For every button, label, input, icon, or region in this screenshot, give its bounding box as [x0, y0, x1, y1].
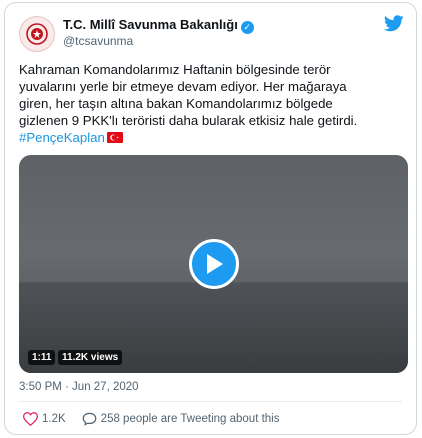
twitter-bird-icon[interactable] [384, 15, 404, 32]
tweeting-about-text: 258 people are Tweeting about this [100, 413, 280, 425]
tweet-actions: 1.2K 258 people are Tweeting about this [23, 412, 295, 426]
tweet-text-line: giren, her taşın altına bakan Komandolar… [19, 96, 333, 111]
tweet-timestamp[interactable]: 3:50 PM · Jun 27, 2020 [19, 381, 139, 393]
play-icon [207, 254, 223, 274]
ministry-emblem-icon [26, 23, 48, 45]
tweet-text-line: yuvalarını yerle bir etmeye devam ediyor… [19, 79, 347, 94]
author-name[interactable]: T.C. Millî Savunma Bakanlığı ✓ [63, 17, 254, 34]
video-duration: 1:11 [28, 350, 56, 365]
heart-icon [23, 412, 38, 426]
video-player[interactable]: 1:11 11.2K views [19, 155, 408, 373]
author-name-text: T.C. Millî Savunma Bakanlığı [63, 17, 238, 32]
video-views: 11.2K views [58, 350, 123, 365]
play-button[interactable] [189, 239, 239, 289]
verified-badge-icon: ✓ [240, 21, 254, 34]
tweet-text: Kahraman Komandolarımız Haftanin bölgesi… [19, 61, 411, 146]
tweeting-about-link[interactable]: 258 people are Tweeting about this [82, 412, 280, 426]
avatar[interactable] [19, 16, 55, 52]
like-button[interactable]: 1.2K [23, 412, 66, 426]
tweet-text-line: gizlenen 9 PKK'lı teröristi daha bularak… [19, 113, 358, 128]
author-handle[interactable]: @tcsavunma [63, 34, 133, 48]
comment-icon [82, 412, 97, 426]
tweet-text-line: Kahraman Komandolarımız Haftanin bölgesi… [19, 62, 331, 77]
hashtag-link[interactable]: #PençeKaplan [19, 130, 105, 145]
divider [19, 401, 402, 402]
turkey-flag-icon [106, 132, 123, 143]
tweet-card: T.C. Millî Savunma Bakanlığı ✓ @tcsavunma… [4, 2, 417, 435]
like-count: 1.2K [42, 413, 66, 425]
